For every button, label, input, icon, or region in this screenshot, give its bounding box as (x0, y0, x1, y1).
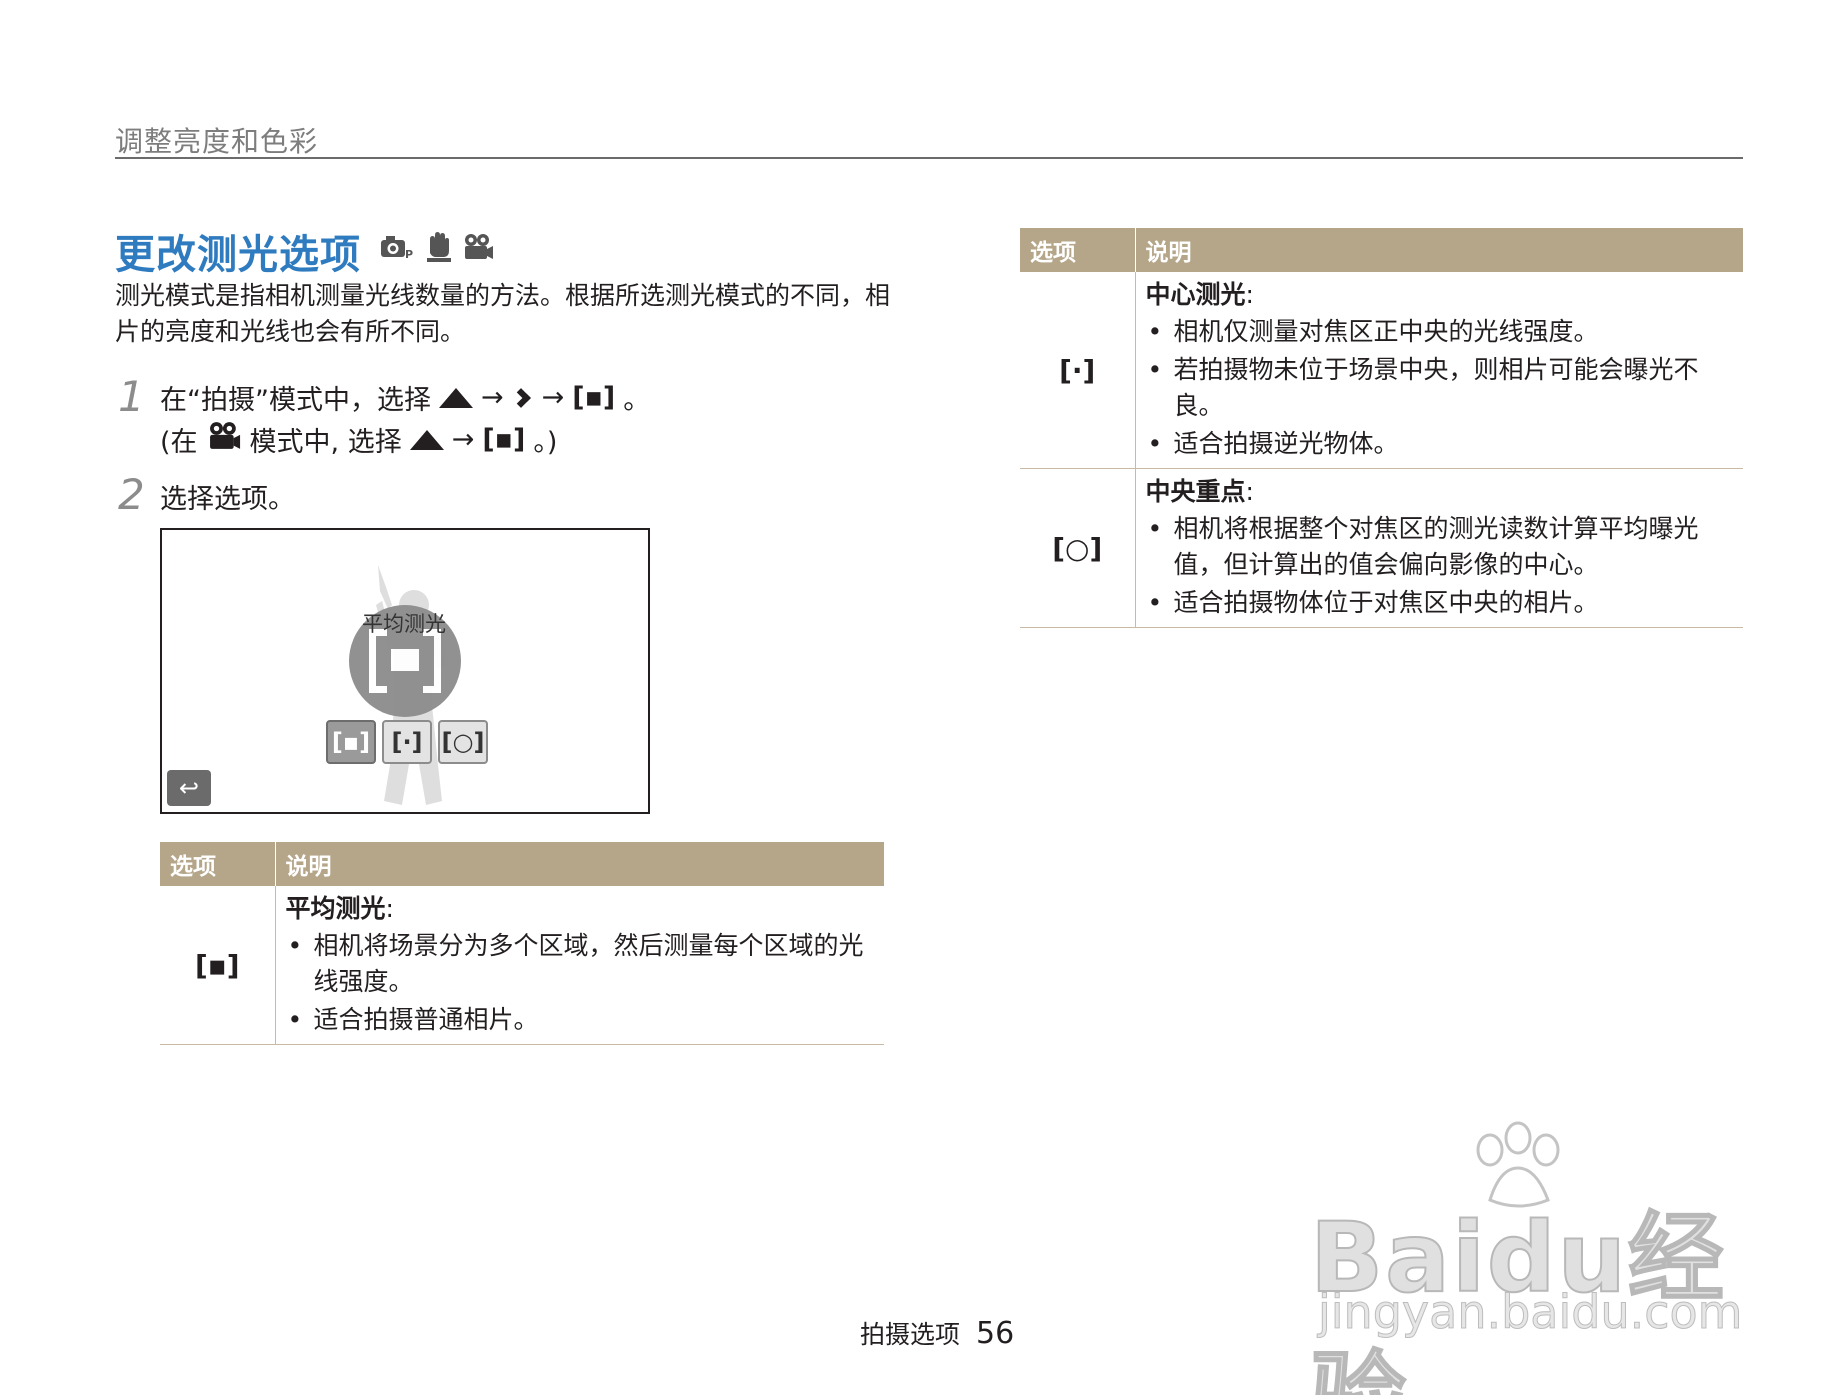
page-footer: 拍摄选项 56 (860, 1315, 1014, 1351)
dual-is-hand-icon (424, 231, 454, 263)
arrow-right: → (480, 382, 504, 413)
spot-metering-icon: [·] (1020, 272, 1136, 469)
option-name: 平均测光 (285, 894, 386, 923)
step-2-number: 2 (118, 470, 145, 519)
table-row: [·] 中心测光: 相机仅测量对焦区正中央的光线强度。 若拍摄物未位于场景中央，… (1020, 272, 1743, 469)
step-1-paren-suffix: 。) (533, 427, 558, 458)
bullet-item: 适合拍摄普通相片。 (286, 1002, 875, 1038)
options-table-right: 选项 说明 [·] 中心测光: 相机仅测量对焦区正中央的光线强度。 若拍摄物未位… (1020, 228, 1743, 628)
movie-camera-icon (462, 233, 494, 261)
up-triangle-icon (438, 387, 473, 408)
header-rule (115, 157, 1743, 159)
watermark-url: jingyan.baidu.com (1318, 1285, 1743, 1340)
mode-icons: P (380, 230, 494, 264)
step-1-text: 在“拍摄”模式中，选择 (160, 385, 431, 416)
options-table-left: 选项 说明 [▪] 平均测光: 相机将场景分为多个区域，然后测量每个区域的光线强… (160, 842, 884, 1045)
svg-text:P: P (405, 248, 413, 261)
step-1-paren-text: (在 (160, 427, 198, 458)
metering-mode-label: 平均测光 (362, 612, 446, 636)
bullet-item: 相机仅测量对焦区正中央的光线强度。 (1146, 314, 1734, 350)
bullet-item: 适合拍摄逆光物体。 (1146, 426, 1734, 462)
center-weighted-metering-icon: [○] (1020, 468, 1136, 628)
baidu-watermark: Baidu经验 jingyan.baidu.com (1309, 1120, 1750, 1395)
up-triangle-icon (409, 429, 444, 450)
arrow-right: → (451, 424, 475, 455)
back-button[interactable]: ↩ (167, 770, 211, 806)
option-colon: : (385, 894, 394, 923)
option-colon: : (1245, 477, 1254, 506)
footer-section: 拍摄选项 (860, 1320, 961, 1349)
center-weighted-metering-button[interactable]: [○] (438, 720, 488, 764)
bullet-item: 相机将根据整个对焦区的测光读数计算平均曝光值，但计算出的值会偏向影像的中心。 (1146, 511, 1734, 583)
table-row: [▪] 平均测光: 相机将场景分为多个区域，然后测量每个区域的光线强度。 适合拍… (160, 886, 884, 1045)
step-1-paren-middle: 模式中, 选择 (249, 427, 402, 458)
table-header-description: 说明 (275, 842, 884, 886)
option-name: 中心测光 (1145, 280, 1246, 309)
header-title: 调整亮度和色彩 (115, 125, 319, 158)
arrow-right: → (541, 382, 565, 413)
step-1-line-2: (在 模式中, 选择 → [▪]。) (160, 420, 557, 459)
step-1-line-1: 在“拍摄”模式中，选择 → → [▪]。 (160, 378, 650, 417)
bullet-item: 适合拍摄物体位于对焦区中央的相片。 (1146, 585, 1734, 621)
section-title: 更改测光选项 (115, 232, 361, 278)
movie-camera-icon (206, 421, 242, 458)
page-number: 56 (976, 1316, 1015, 1351)
spot-metering-button[interactable]: [·] (382, 720, 432, 764)
average-metering-icon: [▪] (572, 382, 616, 413)
table-row: [○] 中央重点: 相机将根据整个对焦区的测光读数计算平均曝光值，但计算出的值会… (1020, 468, 1743, 628)
chevron-right-icon (510, 387, 531, 408)
step-2-text: 选择选项。 (160, 484, 295, 515)
camera-screen: 平均测光 [▪] [·] [○] ↩ (160, 528, 650, 814)
average-metering-button[interactable]: [▪] (326, 720, 376, 764)
bullet-item: 若拍摄物未位于场景中央，则相片可能会曝光不良。 (1146, 352, 1734, 424)
table-header-option: 选项 (1020, 228, 1136, 272)
step-1-suffix: 。 (623, 385, 651, 416)
camera-program-icon: P (380, 233, 416, 261)
step-1-number: 1 (118, 372, 145, 421)
option-name: 中央重点 (1145, 477, 1246, 506)
table-header-description: 说明 (1135, 228, 1743, 272)
table-header-option: 选项 (160, 842, 276, 886)
bullet-item: 相机将场景分为多个区域，然后测量每个区域的光线强度。 (286, 928, 875, 1000)
average-metering-icon: [▪] (482, 424, 526, 455)
average-metering-icon: [▪] (160, 886, 276, 1045)
option-colon: : (1245, 280, 1254, 309)
step-2-line: 选择选项。 (160, 477, 295, 516)
intro-paragraph: 测光模式是指相机测量光线数量的方法。根据所选测光模式的不同，相片的亮度和光线也会… (115, 281, 891, 346)
